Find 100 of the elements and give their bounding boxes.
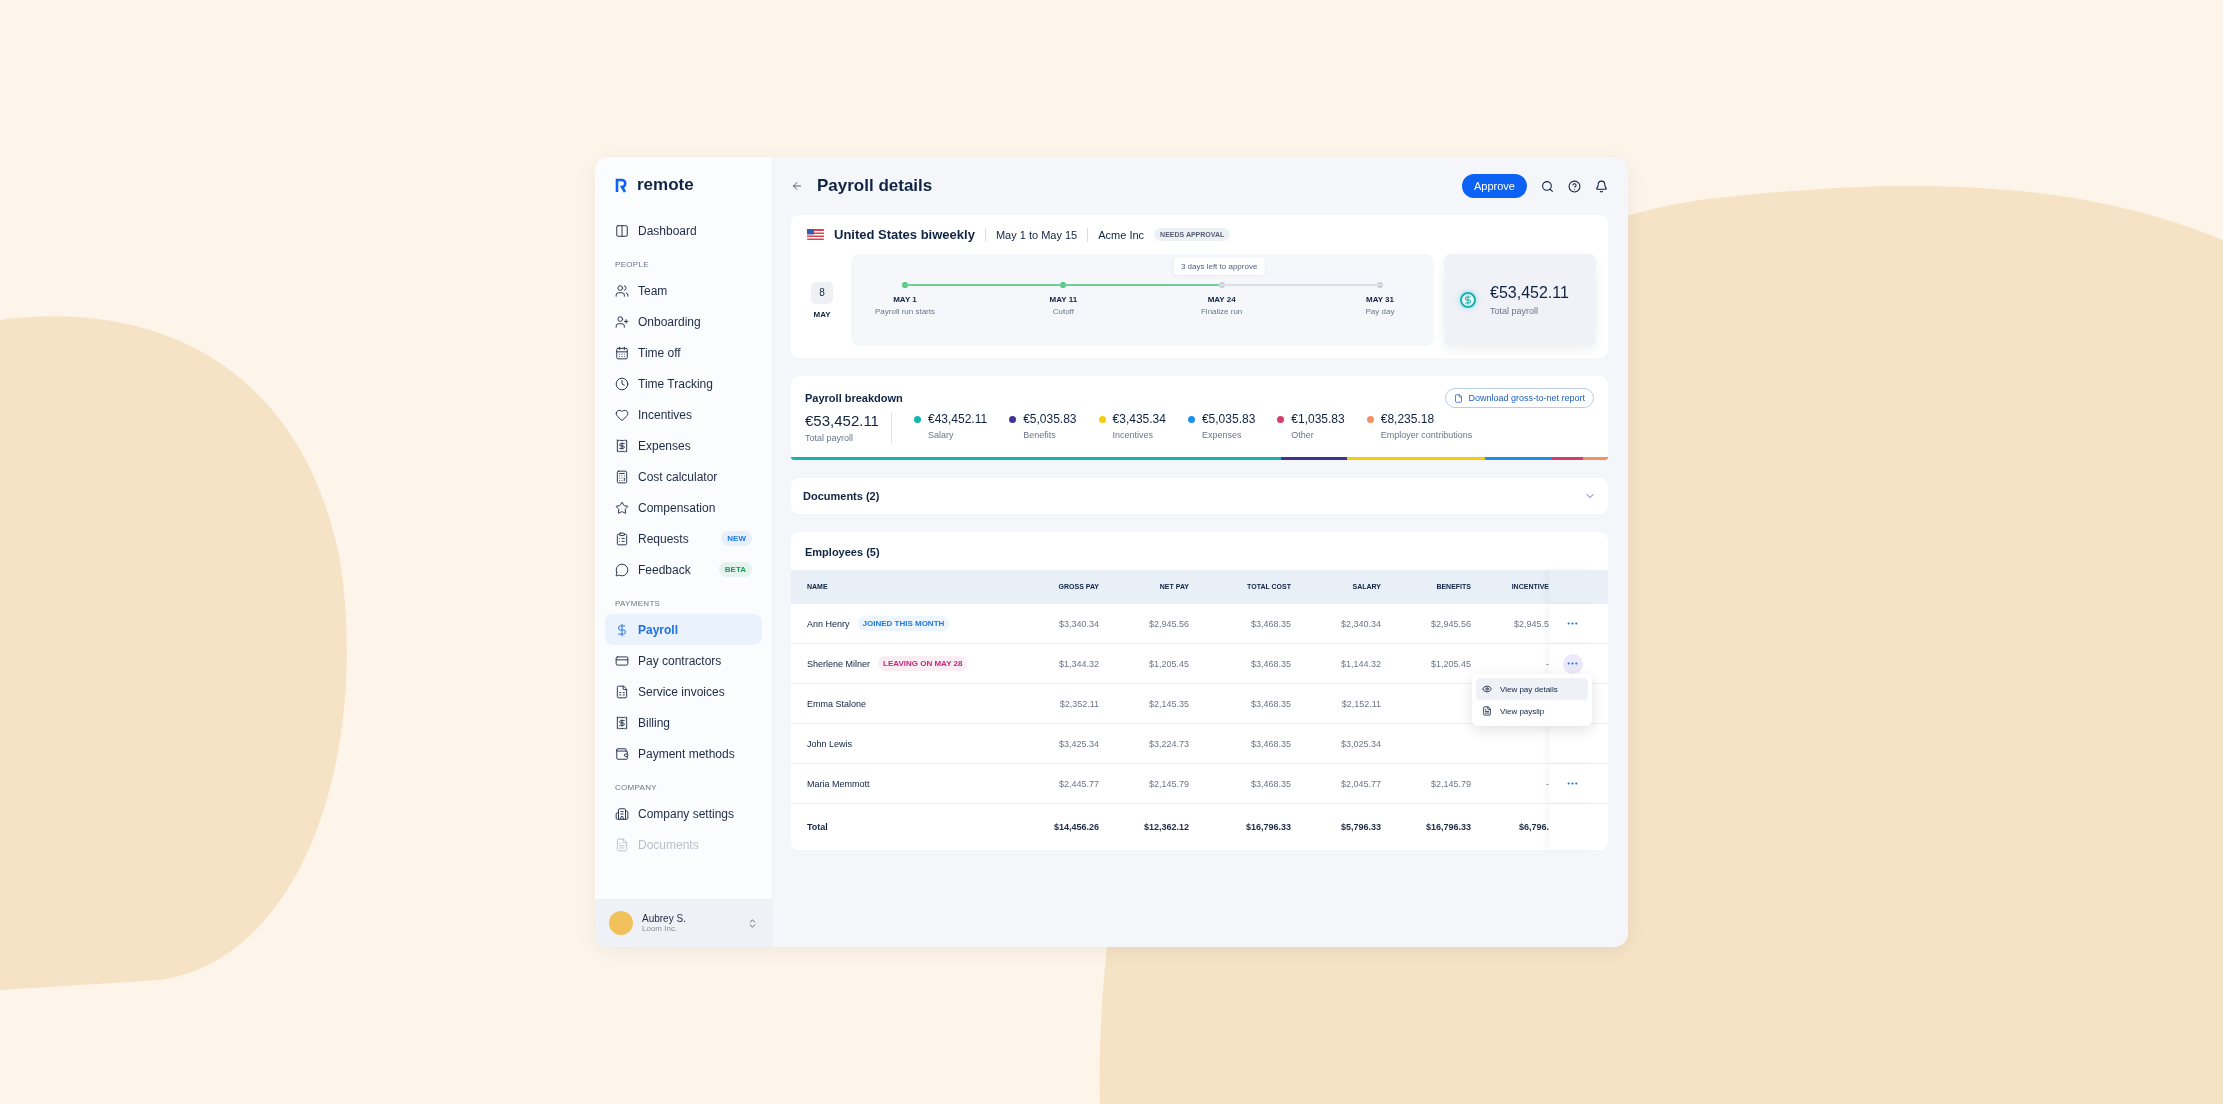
table-cell-text: $12,362.12 — [1142, 822, 1189, 832]
step-date: MAY 24 — [1207, 295, 1236, 304]
nav-icon — [615, 622, 629, 637]
step-date: MAY 31 — [1365, 295, 1394, 304]
table-cell-text: $1,205.45 — [1147, 658, 1189, 669]
card-title: Payroll breakdown — [805, 392, 903, 404]
nav-icon — [615, 806, 629, 821]
category-label: Incentives — [1112, 430, 1155, 440]
step-date: MAY 1 — [893, 295, 917, 304]
employee-name: John Lewis — [807, 738, 853, 749]
sidebar-item[interactable]: Company settings — [605, 798, 762, 829]
sidebar-item[interactable]: Cost calculator — [605, 461, 762, 492]
table-cell-text: $2,145.35 — [1147, 698, 1189, 709]
table-cell-text: $2,152.11 — [1340, 698, 1381, 709]
sidebar-item[interactable]: Time Tracking — [605, 368, 762, 399]
status-tag: JOINED THIS MONTH — [857, 616, 950, 631]
calendar-month: MAY — [813, 309, 831, 319]
nav-badge: NEW — [721, 531, 752, 546]
eye-icon — [1482, 684, 1492, 694]
status-tag: LEAVING ON MAY 28 — [878, 656, 968, 671]
pay-period: May 1 to May 15 — [995, 228, 1078, 241]
nav-icon — [615, 283, 629, 298]
flag-icon — [807, 229, 824, 240]
sidebar-item[interactable]: Billing — [605, 707, 762, 738]
category-label: Employer contributions — [1380, 430, 1473, 440]
card-title: Documents (2) — [803, 490, 880, 502]
table-cell-text: $2,945.56 — [1429, 618, 1471, 629]
sidebar-item[interactable]: Requests NEW — [605, 523, 762, 554]
table-cell-text: $1,205.45 — [1429, 658, 1471, 669]
total-label: Total payroll — [805, 433, 855, 443]
category-amount: €3,435.34 — [1112, 412, 1166, 426]
search-icon[interactable] — [1541, 179, 1554, 193]
section-heading: PEOPLE — [614, 259, 650, 271]
sidebar-item[interactable]: Time off — [605, 337, 762, 368]
help-icon[interactable] — [1568, 179, 1581, 193]
nav-icon — [615, 438, 629, 453]
table-cell-text: $3,468.35 — [1249, 698, 1291, 709]
dollar-coin-icon — [1460, 292, 1476, 308]
sidebar-item[interactable]: Incentives — [605, 399, 762, 430]
menu-item[interactable]: View pay details — [1476, 678, 1588, 700]
category-amount: €5,035.83 — [1201, 412, 1256, 426]
tooltip: 3 days left to approve — [1173, 258, 1265, 275]
table-cell-text: $2,352.11 — [1058, 698, 1099, 709]
calendar-day: 8 — [811, 281, 833, 304]
sidebar-item[interactable]: Onboarding — [605, 306, 762, 337]
nav-icon — [615, 837, 629, 852]
sidebar-item[interactable]: Expenses — [605, 430, 762, 461]
total-amount: €53,452.11 — [805, 412, 879, 429]
table-cell-text: $16,796.33 — [1424, 822, 1471, 832]
section-heading: COMPANY — [614, 782, 658, 794]
nav-icon — [615, 407, 629, 422]
sidebar-item[interactable]: Service invoices — [605, 676, 762, 707]
user-name: Aubrey S. — [642, 913, 687, 924]
total-label: Total payroll — [1490, 306, 1540, 316]
sidebar-item[interactable]: Payment methods — [605, 738, 762, 769]
nav-icon — [615, 715, 629, 730]
sidebar-item[interactable]: Compensation — [605, 492, 762, 523]
table-cell-text: $3,468.35 — [1249, 618, 1291, 629]
employee-name: Ann Henry — [807, 618, 850, 629]
back-icon[interactable] — [791, 180, 803, 192]
section-heading: PAYMENTS — [614, 598, 662, 610]
category-amount: €8,235.18 — [1380, 412, 1436, 426]
step-label: Pay day — [1365, 307, 1395, 316]
user-panel[interactable]: Aubrey S. Loom Inc. — [595, 899, 772, 947]
nav-icon — [615, 500, 629, 515]
chevrons-icon — [747, 917, 758, 929]
table-cell-text: $2,340.34 — [1339, 618, 1381, 629]
category-label: Other — [1291, 430, 1315, 440]
sidebar-item[interactable]: Team — [605, 275, 762, 306]
table-cell-text: $3,340.34 — [1057, 618, 1099, 629]
notification-icon[interactable] — [1595, 179, 1608, 193]
more-button[interactable] — [1562, 653, 1583, 674]
table-cell-text: $2,945.56 — [1147, 618, 1189, 629]
table-cell-text: $3,224.73 — [1147, 738, 1189, 749]
nav-icon — [615, 314, 629, 329]
document-icon — [1482, 706, 1492, 716]
table-cell-text: $14,456.26 — [1052, 822, 1099, 832]
category-amount: €1,035.83 — [1291, 412, 1345, 426]
employee-name: Sherlene Milner — [807, 658, 871, 669]
sidebar-item[interactable]: Feedback BETA — [605, 554, 762, 585]
step-label: Cutoff — [1052, 307, 1074, 316]
employee-name: Emma Stalone — [807, 698, 867, 709]
card-title: Employees (5) — [804, 545, 881, 560]
approve-button[interactable]: Approve — [1462, 174, 1527, 198]
nav-icon — [615, 746, 629, 761]
logo-text: remote — [637, 175, 694, 195]
category-label: Benefits — [1023, 430, 1057, 440]
table-cell-text: $2,945.5 — [1512, 618, 1549, 629]
download-button[interactable]: Download gross-to-net report — [1445, 388, 1594, 408]
table-cell-text: $3,025.34 — [1339, 738, 1381, 749]
sidebar-item[interactable]: Payroll — [605, 614, 762, 645]
sidebar-item[interactable]: Dashboard — [605, 215, 762, 246]
avatar — [609, 911, 633, 935]
documents-card[interactable]: Documents (2) — [791, 478, 1608, 514]
employee-name: Maria Memmott — [807, 778, 870, 789]
table-cell-text: - — [1545, 778, 1549, 789]
nav-badge: BETA — [718, 562, 752, 577]
sidebar-item[interactable]: Pay contractors — [605, 645, 762, 676]
table-cell-text: $5,796.33 — [1339, 822, 1381, 832]
nav-icon — [615, 376, 629, 391]
